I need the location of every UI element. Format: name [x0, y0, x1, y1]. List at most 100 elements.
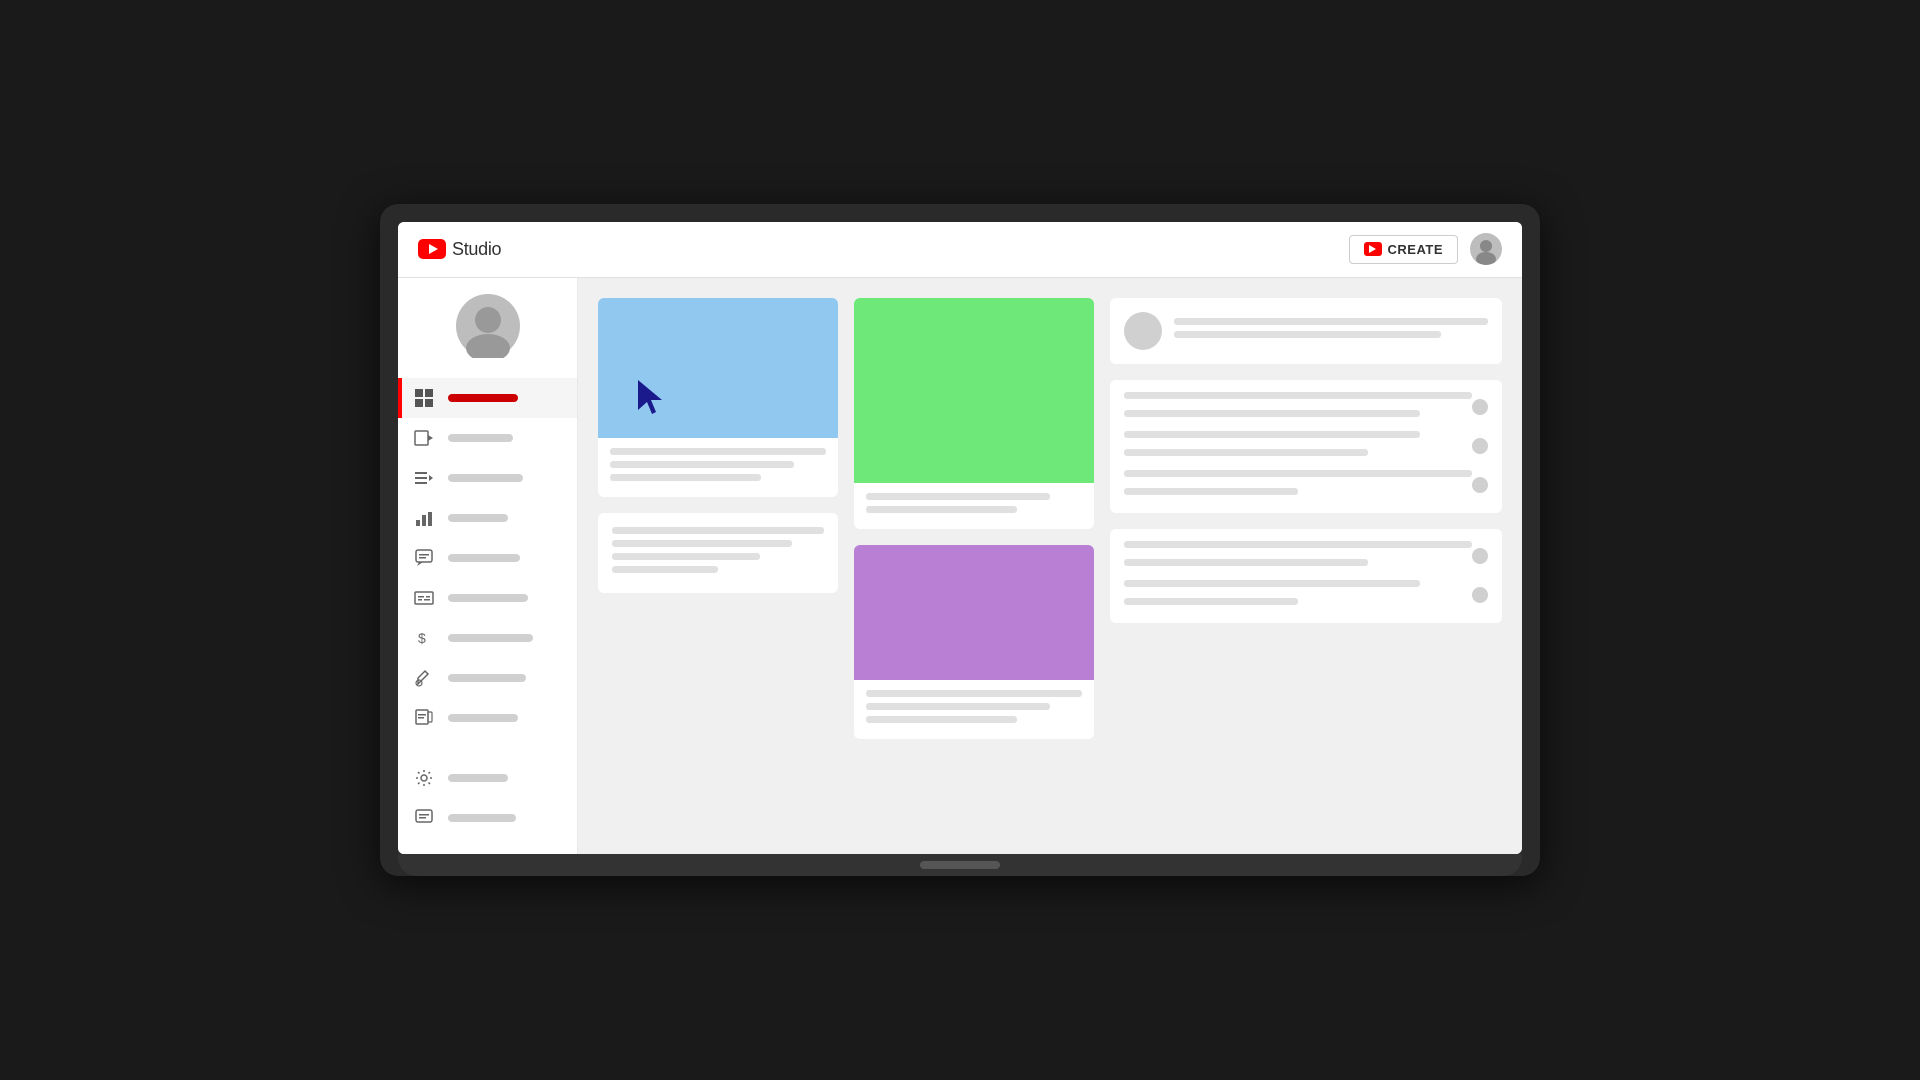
list-row: [1124, 392, 1488, 423]
channel-avatar: [456, 294, 520, 358]
list-lines: [1124, 541, 1472, 572]
header-left: Studio: [418, 239, 501, 260]
card-line: [1124, 470, 1472, 477]
header-right: CREATE: [1349, 233, 1502, 265]
card-1-body: [598, 438, 838, 497]
audio-library-icon: [414, 708, 434, 728]
comments-icon: [414, 548, 434, 568]
laptop-notch: [920, 861, 1000, 869]
card-line: [610, 461, 794, 468]
list-lines: [1124, 470, 1472, 501]
list-dot: [1472, 548, 1488, 564]
video-icon: [414, 428, 434, 448]
profile-card[interactable]: [1110, 298, 1502, 364]
monetization-label: [448, 634, 533, 642]
sidebar-item-content[interactable]: [398, 418, 577, 458]
feedback-icon: [414, 808, 434, 828]
studio-label: Studio: [452, 239, 501, 260]
person-icon: [1470, 233, 1502, 265]
video-card-green[interactable]: [854, 298, 1094, 529]
card-line: [612, 527, 824, 534]
card-line: [1124, 559, 1368, 566]
card-line: [1124, 488, 1298, 495]
list-lines: [1124, 580, 1472, 611]
subtitles-label: [448, 594, 528, 602]
feedback-label: [448, 814, 516, 822]
sidebar-bottom: [398, 758, 577, 838]
video-card-purple[interactable]: [854, 545, 1094, 739]
user-avatar-button[interactable]: [1470, 233, 1502, 265]
sidebar: $: [398, 278, 578, 854]
list-lines: [1124, 392, 1472, 423]
youtube-icon: [418, 239, 446, 259]
grid-icon: [414, 388, 434, 408]
sidebar-item-audio-library[interactable]: [398, 698, 577, 738]
card-line: [866, 703, 1050, 710]
column-2: [854, 298, 1094, 834]
header: Studio CREATE: [398, 222, 1522, 278]
column-3: [1110, 298, 1502, 834]
list-dot: [1472, 399, 1488, 415]
create-button[interactable]: CREATE: [1349, 235, 1458, 264]
card-line: [1124, 580, 1420, 587]
list-row: [1124, 541, 1488, 572]
content-label: [448, 434, 513, 442]
dashboard-label: [448, 394, 518, 402]
video-card-1[interactable]: [598, 298, 838, 497]
card-purple-body: [854, 680, 1094, 739]
list-row: [1124, 470, 1488, 501]
card-line: [610, 474, 761, 481]
comments-label: [448, 554, 520, 562]
sidebar-item-settings[interactable]: [398, 758, 577, 798]
create-video-icon: [1364, 242, 1382, 256]
content-area: [578, 278, 1522, 854]
card-line: [610, 448, 826, 455]
avatar-person-icon: [456, 294, 520, 358]
profile-text: [1174, 318, 1488, 344]
gear-icon: [414, 768, 434, 788]
sidebar-item-comments[interactable]: [398, 538, 577, 578]
sidebar-item-feedback[interactable]: [398, 798, 577, 838]
sidebar-item-subtitles[interactable]: [398, 578, 577, 618]
subtitles-icon: [414, 588, 434, 608]
list-card-1[interactable]: [1110, 380, 1502, 513]
card-line: [612, 553, 760, 560]
list-dot: [1472, 477, 1488, 493]
dollar-icon: $: [414, 628, 434, 648]
card-line: [1124, 410, 1420, 417]
main-area: $: [398, 278, 1522, 854]
list-dot: [1472, 587, 1488, 603]
customization-label: [448, 674, 526, 682]
analytics-icon: [414, 508, 434, 528]
list-card-2[interactable]: [1110, 529, 1502, 623]
create-label: CREATE: [1388, 242, 1443, 257]
audio-library-label: [448, 714, 518, 722]
video-card-3[interactable]: [598, 513, 838, 593]
card-line: [866, 716, 1017, 723]
youtube-studio-logo: Studio: [418, 239, 501, 260]
svg-text:$: $: [418, 630, 426, 646]
sidebar-navigation: $: [398, 378, 577, 738]
card-line: [1174, 318, 1488, 325]
sidebar-item-customization[interactable]: [398, 658, 577, 698]
card-line: [612, 566, 718, 573]
sidebar-item-playlists[interactable]: [398, 458, 577, 498]
sidebar-item-analytics[interactable]: [398, 498, 577, 538]
analytics-label: [448, 514, 508, 522]
card-line: [1124, 392, 1472, 399]
card-line: [612, 540, 792, 547]
card-line: [866, 493, 1050, 500]
list-row: [1124, 431, 1488, 462]
list-lines: [1124, 431, 1472, 462]
sidebar-item-monetization[interactable]: $: [398, 618, 577, 658]
playlists-label: [448, 474, 523, 482]
card-line: [1124, 449, 1368, 456]
card-line: [1124, 598, 1298, 605]
list-row: [1124, 580, 1488, 611]
card-line: [866, 690, 1082, 697]
sidebar-avatar: [398, 294, 577, 358]
card-green-body: [854, 483, 1094, 529]
settings-label: [448, 774, 508, 782]
playlist-icon: [414, 468, 434, 488]
sidebar-item-dashboard[interactable]: [398, 378, 577, 418]
